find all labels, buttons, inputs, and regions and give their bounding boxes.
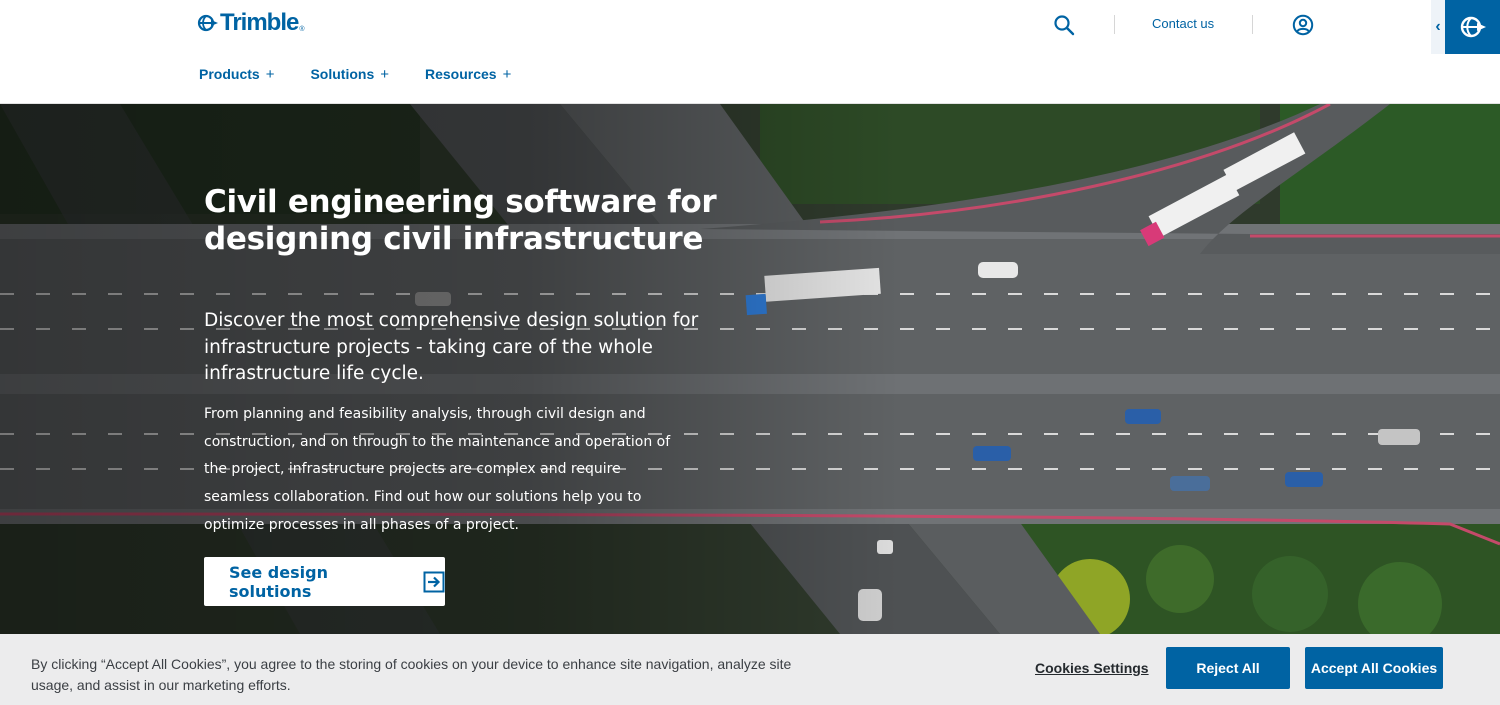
plus-icon: + (502, 66, 512, 83)
logo-text: Trimble (220, 9, 299, 36)
header-divider (1252, 15, 1253, 34)
trimble-globe-icon (197, 14, 218, 32)
arrow-right-box-icon (423, 571, 445, 593)
search-icon (1054, 15, 1075, 36)
account-icon (1292, 14, 1314, 36)
search-button[interactable] (1053, 10, 1079, 40)
nav-item-resources[interactable]: Resources + (425, 66, 511, 83)
logo-registered-mark: ® (299, 25, 305, 33)
hero-description: From planning and feasibility analysis, … (204, 406, 671, 533)
trimble-emblem-icon (1460, 16, 1486, 38)
see-design-solutions-button[interactable]: See design solutions (204, 557, 445, 606)
reject-all-button[interactable]: Reject All (1166, 647, 1290, 689)
cookie-banner: By clicking “Accept All Cookies”, you ag… (0, 634, 1500, 705)
site-header: Trimble ® Contact us ‹ Products + Soluti… (0, 0, 1500, 104)
chevron-left-icon[interactable]: ‹ (1431, 0, 1445, 54)
nav-item-solutions[interactable]: Solutions + (310, 66, 389, 83)
plus-icon: + (380, 66, 389, 83)
account-button[interactable] (1292, 10, 1316, 40)
hero-subtitle: Discover the most comprehensive design s… (204, 310, 699, 384)
side-panel-tab: ‹ (1431, 0, 1500, 54)
cookies-settings-link[interactable]: Cookies Settings (1035, 660, 1149, 676)
contact-us-link[interactable]: Contact us (1152, 16, 1214, 31)
nav-label: Resources (425, 66, 497, 82)
accept-all-cookies-button[interactable]: Accept All Cookies (1305, 647, 1443, 689)
nav-item-products[interactable]: Products + (199, 66, 274, 83)
hero-section: Civil engineering software for designing… (0, 104, 1500, 634)
trimble-logo[interactable]: Trimble ® (197, 9, 305, 37)
hero-title: Civil engineering software for designing… (204, 184, 717, 257)
trimble-emblem-button[interactable] (1445, 0, 1500, 54)
nav-label: Solutions (310, 66, 375, 82)
cta-label: See design solutions (229, 562, 328, 601)
cookie-consent-text: By clicking “Accept All Cookies”, you ag… (31, 656, 792, 693)
main-nav: Products + Solutions + Resources + (199, 66, 547, 83)
nav-label: Products (199, 66, 260, 82)
header-divider (1114, 15, 1115, 34)
plus-icon: + (265, 66, 275, 83)
